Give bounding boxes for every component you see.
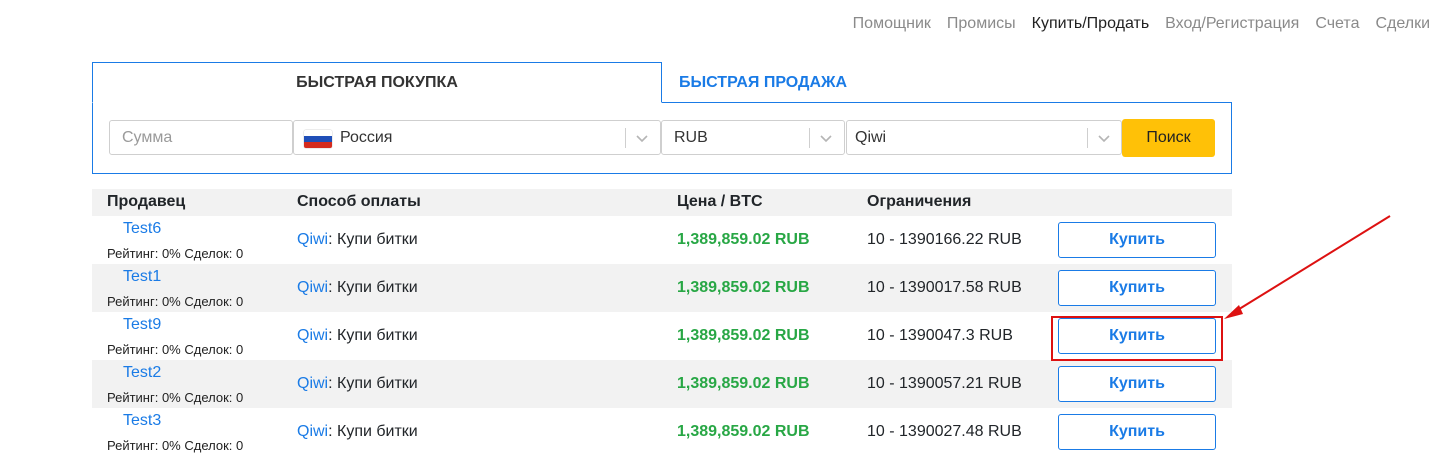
seller-name-link[interactable]: Test2 — [123, 364, 161, 382]
currency-select[interactable]: RUB — [661, 120, 845, 155]
limits: 10 - 1390047.3 RUB — [867, 327, 1013, 344]
select-divider — [1087, 128, 1088, 148]
tab-quick-buy[interactable]: БЫСТРАЯ ПОКУПКА — [92, 62, 662, 103]
buy-button[interactable]: Купить — [1058, 270, 1216, 306]
payment-method: Qiwi: Купи битки — [297, 375, 418, 393]
payment-description: : Купи битки — [328, 423, 418, 440]
limits: 10 - 1390027.48 RUB — [867, 423, 1022, 440]
buy-button[interactable]: Купить — [1058, 366, 1216, 402]
payment-value: Qiwi — [855, 129, 887, 146]
price-per-btc: 1,389,859.02 RUB — [677, 375, 810, 392]
offers-table: Продавец Способ оплаты Цена / BTC Ограни… — [92, 189, 1232, 456]
seller-stats: Рейтинг: 0% Сделок: 0 — [107, 294, 244, 309]
nav-link-accounts[interactable]: Счета — [1315, 15, 1359, 33]
price-per-btc: 1,389,859.02 RUB — [677, 423, 810, 440]
price-per-btc: 1,389,859.02 RUB — [677, 279, 810, 296]
header-price: Цена / BTC — [677, 193, 763, 210]
amount-input[interactable] — [110, 121, 292, 154]
top-navigation: Помощник Промисы Купить/Продать Вход/Рег… — [853, 15, 1430, 33]
header-seller: Продавец — [107, 193, 186, 210]
price-per-btc: 1,389,859.02 RUB — [677, 327, 810, 344]
payment-method-link[interactable]: Qiwi — [297, 231, 328, 248]
nav-link-login-register[interactable]: Вход/Регистрация — [1165, 15, 1299, 33]
select-divider — [625, 128, 626, 148]
table-row: Test3 Рейтинг: 0% Сделок: 0 Qiwi: Купи б… — [92, 408, 1232, 456]
country-select[interactable]: Россия — [293, 120, 661, 155]
seller-name-link[interactable]: Test3 — [123, 412, 161, 430]
chevron-down-icon[interactable] — [632, 129, 652, 147]
country-value: Россия — [340, 129, 393, 146]
search-button[interactable]: Поиск — [1122, 119, 1215, 157]
search-panel: Россия RUB Qiwi Поиск — [92, 102, 1232, 174]
payment-description: : Купи битки — [328, 279, 418, 296]
nav-link-assistant[interactable]: Помощник — [853, 15, 931, 33]
table-row: Test1 Рейтинг: 0% Сделок: 0 Qiwi: Купи б… — [92, 264, 1232, 312]
table-row: Test2 Рейтинг: 0% Сделок: 0 Qiwi: Купи б… — [92, 360, 1232, 408]
seller-stats: Рейтинг: 0% Сделок: 0 — [107, 342, 244, 357]
seller-name-link[interactable]: Test9 — [123, 316, 161, 334]
payment-method-link[interactable]: Qiwi — [297, 423, 328, 440]
buy-button[interactable]: Купить — [1058, 318, 1216, 354]
buy-button[interactable]: Купить — [1058, 414, 1216, 450]
header-payment: Способ оплаты — [297, 193, 421, 210]
payment-method: Qiwi: Купи битки — [297, 231, 418, 249]
select-divider — [809, 128, 810, 148]
seller-stats: Рейтинг: 0% Сделок: 0 — [107, 246, 244, 261]
seller-stats: Рейтинг: 0% Сделок: 0 — [107, 390, 244, 405]
chevron-down-icon[interactable] — [1094, 129, 1114, 147]
payment-method: Qiwi: Купи битки — [297, 423, 418, 441]
nav-link-deals[interactable]: Сделки — [1375, 15, 1430, 33]
nav-link-promises[interactable]: Промисы — [947, 15, 1016, 33]
payment-method-link[interactable]: Qiwi — [297, 279, 328, 296]
payment-method-select[interactable]: Qiwi — [846, 120, 1122, 155]
buy-button[interactable]: Купить — [1058, 222, 1216, 258]
limits: 10 - 1390057.21 RUB — [867, 375, 1022, 392]
payment-method: Qiwi: Купи битки — [297, 327, 418, 345]
chevron-down-icon[interactable] — [816, 129, 836, 147]
table-row: Test9 Рейтинг: 0% Сделок: 0 Qiwi: Купи б… — [92, 312, 1232, 360]
russia-flag-icon — [304, 130, 332, 148]
payment-description: : Купи битки — [328, 375, 418, 392]
tab-quick-sell[interactable]: БЫСТРАЯ ПРОДАЖА — [662, 62, 864, 103]
header-limits: Ограничения — [867, 193, 972, 210]
payment-method-link[interactable]: Qiwi — [297, 327, 328, 344]
currency-value: RUB — [674, 129, 708, 146]
limits: 10 - 1390166.22 RUB — [867, 231, 1022, 248]
limits: 10 - 1390017.58 RUB — [867, 279, 1022, 296]
payment-method: Qiwi: Купи битки — [297, 279, 418, 297]
seller-name-link[interactable]: Test1 — [123, 268, 161, 286]
table-header: Продавец Способ оплаты Цена / BTC Ограни… — [92, 189, 1232, 216]
amount-field — [109, 120, 293, 155]
payment-description: : Купи битки — [328, 231, 418, 248]
nav-link-buy-sell[interactable]: Купить/Продать — [1032, 15, 1150, 33]
payment-description: : Купи битки — [328, 327, 418, 344]
trade-tabs: БЫСТРАЯ ПОКУПКА БЫСТРАЯ ПРОДАЖА — [92, 62, 1232, 103]
price-per-btc: 1,389,859.02 RUB — [677, 231, 810, 248]
table-row: Test6 Рейтинг: 0% Сделок: 0 Qiwi: Купи б… — [92, 216, 1232, 264]
seller-name-link[interactable]: Test6 — [123, 220, 161, 238]
seller-stats: Рейтинг: 0% Сделок: 0 — [107, 438, 244, 453]
payment-method-link[interactable]: Qiwi — [297, 375, 328, 392]
